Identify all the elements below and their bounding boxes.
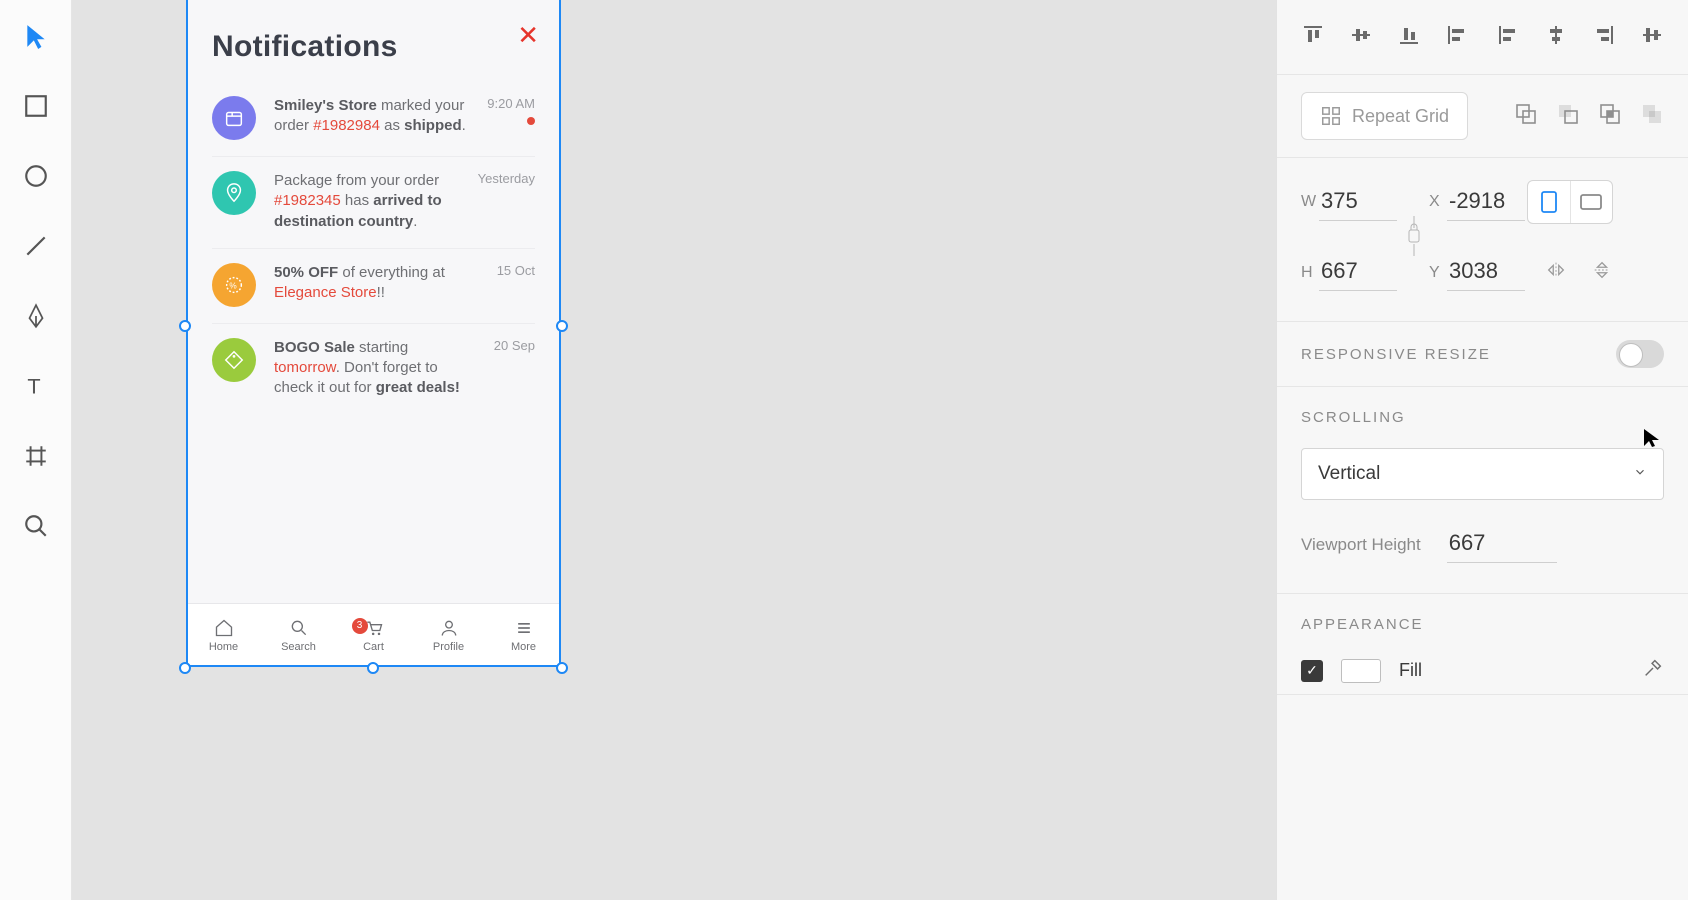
align-center-icon[interactable] [1544,23,1568,52]
boolean-intersect-icon[interactable] [1598,102,1622,131]
select-tool[interactable] [20,20,52,52]
artboard-tool[interactable] [20,440,52,472]
height-input[interactable] [1319,254,1397,291]
align-bottom-icon[interactable] [1397,23,1421,52]
tab-cart[interactable]: 3 Cart [336,604,411,667]
resize-handle[interactable] [556,662,568,674]
notification-text: BOGO Sale starting tomorrow. Don't forge… [274,338,467,399]
chevron-down-icon [1633,463,1647,485]
distribute-horizontal-icon[interactable] [1640,23,1664,52]
appearance-label: APPEARANCE [1301,616,1664,633]
text-tool[interactable]: T [20,370,52,402]
zoom-tool[interactable] [20,510,52,542]
tab-home[interactable]: Home [186,604,261,667]
portrait-icon[interactable] [1528,181,1570,223]
notification-item[interactable]: Package from your order #1982345 has arr… [212,157,535,249]
notification-time: 15 Oct [475,263,535,307]
artboard-surface: ✕ Notifications Smiley's Store marked yo… [186,0,561,667]
notification-item[interactable]: BOGO Sale starting tomorrow. Don't forge… [212,324,535,415]
pen-tool[interactable] [20,300,52,332]
align-top-icon[interactable] [1301,23,1325,52]
svg-text:%: % [229,281,237,290]
location-icon [212,171,256,215]
notification-time: 20 Sep [475,338,535,399]
responsive-resize-label: RESPONSIVE RESIZE [1301,346,1491,363]
discount-icon: % [212,263,256,307]
notification-text: Smiley's Store marked your order #198298… [274,96,467,140]
align-right-icon[interactable] [1592,23,1616,52]
viewport-height-input[interactable] [1447,526,1557,563]
flip-vertical-icon[interactable] [1591,259,1613,286]
notification-text: Package from your order #1982345 has arr… [274,171,467,232]
width-input[interactable] [1319,184,1397,221]
notification-item[interactable]: % 50% OFF of everything at Elegance Stor… [212,249,535,324]
tab-profile[interactable]: Profile [411,604,486,667]
y-input[interactable] [1447,254,1525,291]
lock-aspect-icon[interactable] [1399,214,1429,258]
notification-time: 9:20 AM [475,96,535,111]
tag-icon [212,338,256,382]
resize-handle[interactable] [367,662,379,674]
width-label: W [1301,193,1319,211]
scrolling-select[interactable]: Vertical [1301,448,1664,500]
notification-text: 50% OFF of everything at Elegance Store!… [274,263,467,307]
notification-time: Yesterday [475,171,535,232]
svg-text:T: T [27,374,40,399]
boolean-subtract-icon[interactable] [1556,102,1580,131]
scrolling-value: Vertical [1318,463,1380,485]
fill-label: Fill [1399,660,1422,681]
unread-dot [527,117,535,125]
repeat-grid-label: Repeat Grid [1352,106,1449,127]
fill-checkbox[interactable]: ✓ [1301,660,1323,682]
notification-list: Smiley's Store marked your order #198298… [186,64,561,415]
boolean-exclude-icon[interactable] [1640,102,1664,131]
height-label: H [1301,264,1319,282]
mouse-cursor [1642,428,1662,448]
x-label: X [1429,193,1447,211]
fill-swatch[interactable] [1341,659,1381,683]
align-left-icon[interactable] [1496,23,1520,52]
resize-handle[interactable] [179,662,191,674]
rectangle-tool[interactable] [20,90,52,122]
eyedropper-icon[interactable] [1642,657,1664,684]
y-label: Y [1429,264,1447,282]
appearance-section: APPEARANCE ✓ Fill [1277,594,1688,695]
line-tool[interactable] [20,230,52,262]
landscape-icon[interactable] [1570,181,1613,223]
align-middle-icon[interactable] [1349,23,1373,52]
transform-section: W X H Y [1277,158,1688,322]
viewport-height-label: Viewport Height [1301,535,1421,555]
page-title: Notifications [212,30,535,64]
responsive-resize-toggle[interactable] [1616,340,1664,368]
tab-search[interactable]: Search [261,604,336,667]
selected-artboard[interactable]: ✕ Notifications Smiley's Store marked yo… [186,0,561,667]
close-icon[interactable]: ✕ [517,22,539,48]
notification-item[interactable]: Smiley's Store marked your order #198298… [212,82,535,157]
resize-handle[interactable] [556,320,568,332]
canvas[interactable]: ✕ Notifications Smiley's Store marked yo… [72,0,1298,900]
flip-horizontal-icon[interactable] [1545,259,1567,286]
repeat-grid-button[interactable]: Repeat Grid [1301,92,1468,140]
scrolling-label: SCROLLING [1301,409,1664,426]
box-icon [212,96,256,140]
cart-badge: 3 [352,618,368,634]
tab-bar: Home Search 3 Cart Profile More [186,603,561,667]
resize-handle[interactable] [179,320,191,332]
ellipse-tool[interactable] [20,160,52,192]
x-input[interactable] [1447,184,1525,221]
distribute-vertical-icon[interactable] [1445,23,1469,52]
tool-rail: T [0,0,72,900]
boolean-add-icon[interactable] [1514,102,1538,131]
tab-more[interactable]: More [486,604,561,667]
scrolling-section: SCROLLING Vertical Viewport Height [1277,387,1688,594]
inspector-panel: Repeat Grid W X H Y [1276,0,1688,900]
